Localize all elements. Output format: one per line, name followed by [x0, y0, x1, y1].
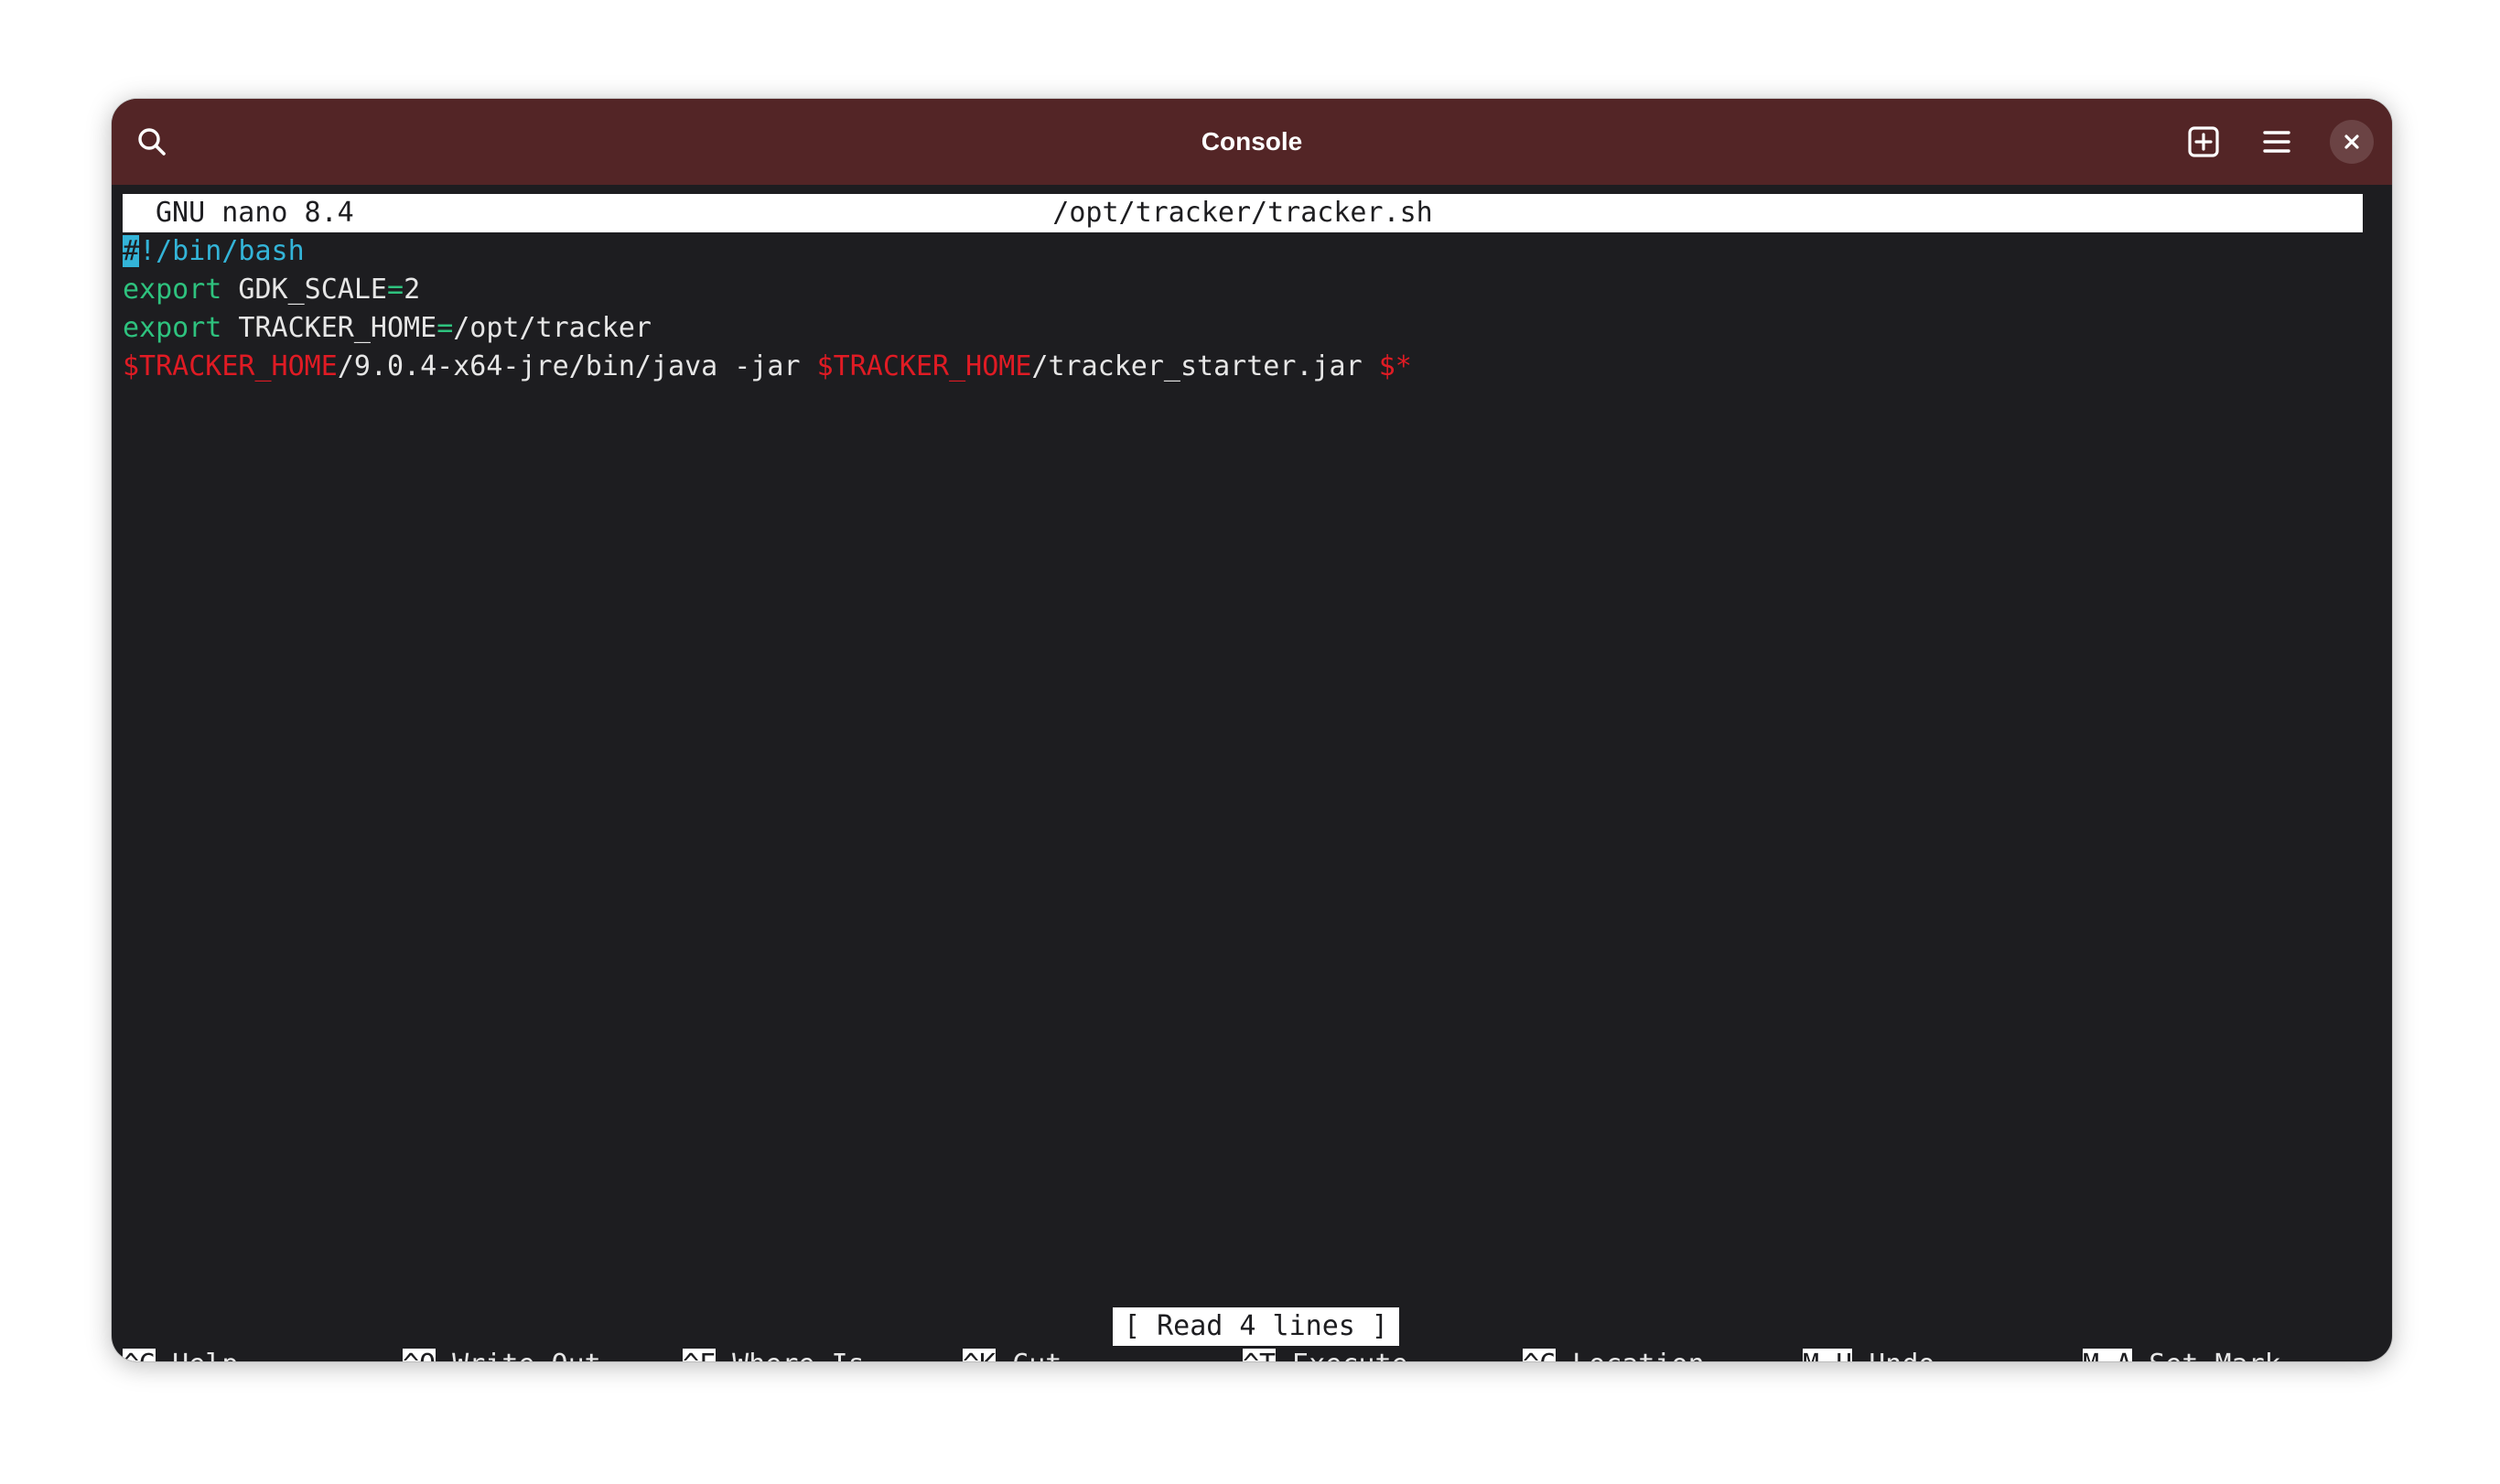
variable-name: TRACKER_HOME	[221, 312, 437, 344]
nano-filename: /opt/tracker/tracker.sh	[1052, 197, 1433, 229]
text-cursor: #	[123, 235, 140, 267]
shortcut-label: Cut	[996, 1349, 1061, 1361]
hamburger-menu-icon	[2263, 131, 2290, 153]
shortcut-label: Location	[1556, 1349, 1705, 1361]
console-window: Console GNU nano 8.4 /opt/tracker/tracke…	[112, 99, 2392, 1361]
export-keyword: export	[123, 274, 222, 306]
variable-name: GDK_SCALE	[221, 274, 387, 306]
export-keyword: export	[123, 312, 222, 344]
assign-operator: =	[387, 274, 404, 306]
search-icon	[138, 128, 166, 156]
shortcut-cut[interactable]: ^K Cut	[963, 1346, 1061, 1361]
shortcut-location[interactable]: ^C Location	[1523, 1346, 1705, 1361]
shortcut-label: Set Mark	[2132, 1349, 2281, 1361]
variable-reference: $TRACKER_HOME	[123, 350, 338, 382]
variable-value: /opt/tracker	[453, 312, 652, 344]
variable-reference: $TRACKER_HOME	[816, 350, 1032, 382]
shortcut-label: Execute	[1276, 1349, 1407, 1361]
assign-operator: =	[436, 312, 454, 344]
variable-value: 2	[404, 274, 421, 306]
command-text: /9.0.4-x64-jre/bin/java -jar	[337, 350, 817, 382]
main-menu-button[interactable]	[2249, 114, 2304, 169]
shortcut-key: ^F	[683, 1349, 717, 1361]
search-button[interactable]	[124, 114, 179, 169]
shortcut-key: M-A	[2083, 1349, 2133, 1361]
shortcut-key: ^O	[403, 1349, 436, 1361]
code-line-2[interactable]: export GDK_SCALE=2	[123, 271, 420, 309]
new-tab-button[interactable]	[2176, 114, 2231, 169]
shortcut-label: Write Out	[436, 1349, 601, 1361]
window-title: Console	[1201, 127, 1303, 156]
code-line-4[interactable]: $TRACKER_HOME/9.0.4-x64-jre/bin/java -ja…	[123, 348, 1412, 386]
shortcut-key: M-U	[1803, 1349, 1853, 1361]
command-text: /tracker_starter.jar	[1031, 350, 1379, 382]
shortcut-key: ^K	[963, 1349, 997, 1361]
shortcut-set-mark[interactable]: M-A Set Mark	[2083, 1346, 2281, 1361]
shortcut-key: ^T	[1243, 1349, 1277, 1361]
terminal-area[interactable]: GNU nano 8.4 /opt/tracker/tracker.sh #!/…	[123, 185, 2381, 1361]
shortcut-key: ^G	[123, 1349, 156, 1361]
shortcut-key: ^C	[1523, 1349, 1557, 1361]
shortcut-label: Undo	[1852, 1349, 1934, 1361]
shebang-comment: !/bin/bash	[139, 235, 305, 267]
shortcut-where-is[interactable]: ^F Where Is	[683, 1346, 865, 1361]
shortcut-label: Help	[156, 1349, 238, 1361]
shortcut-label: Where Is	[716, 1349, 865, 1361]
window-titlebar[interactable]: Console	[112, 99, 2392, 185]
nano-title-bar: GNU nano 8.4 /opt/tracker/tracker.sh	[123, 194, 2363, 232]
shortcut-write-out[interactable]: ^O Write Out	[403, 1346, 601, 1361]
close-button[interactable]	[2330, 120, 2374, 164]
code-line-3[interactable]: export TRACKER_HOME=/opt/tracker	[123, 309, 652, 348]
new-tab-icon	[2188, 126, 2219, 157]
shortcut-help[interactable]: ^G Help	[123, 1346, 238, 1361]
shortcut-execute[interactable]: ^T Execute	[1243, 1346, 1408, 1361]
args-variable: $*	[1378, 350, 1412, 382]
code-line-1[interactable]: #!/bin/bash	[123, 232, 305, 271]
close-icon	[2344, 134, 2359, 149]
status-message: [ Read 4 lines ]	[1113, 1307, 1399, 1346]
shortcut-undo[interactable]: M-U Undo	[1803, 1346, 1935, 1361]
